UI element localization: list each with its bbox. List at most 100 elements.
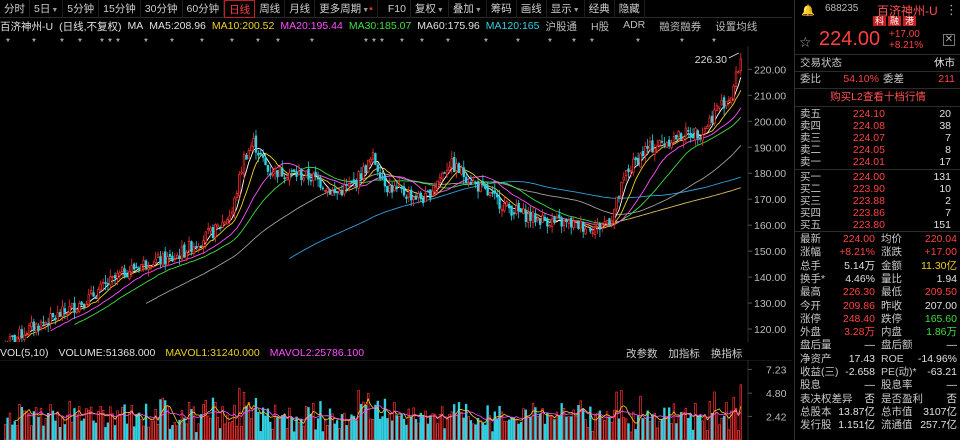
candle-body — [312, 173, 315, 182]
volume-bar — [467, 416, 470, 440]
caret-down-icon: ▼ — [436, 6, 444, 14]
stat-label: 净资产 — [800, 352, 832, 365]
stat-label: 外盘 — [800, 326, 821, 339]
tag-gang: 港 — [903, 16, 917, 26]
change-params-button[interactable]: 改参数 — [626, 348, 658, 360]
event-star-icon: * — [636, 37, 640, 46]
star-icon[interactable]: ☆ — [799, 34, 812, 51]
volume-bar — [608, 416, 611, 440]
candle-body — [338, 190, 341, 195]
volume-bar — [20, 407, 24, 440]
volume-chart[interactable]: 7.23 4.80 2.42 — [0, 360, 792, 440]
candle-body — [441, 172, 444, 180]
candle-body — [601, 224, 604, 228]
volume-bar — [390, 420, 394, 440]
bell-icon[interactable]: 🔔 — [801, 4, 815, 17]
toolbar-btn-11[interactable]: 复权▼ — [411, 0, 449, 18]
candle-body — [30, 322, 33, 328]
toolbar-btn-9[interactable]: 更多周期▼• — [315, 0, 378, 18]
vol-indicator-label[interactable]: VOL(5,10) — [0, 347, 48, 359]
toolbar-btn-6[interactable]: 日线 — [224, 0, 256, 18]
volume-bar — [679, 412, 683, 440]
volume-bar — [46, 412, 50, 440]
kline-chart[interactable]: 220.00 210.00 200.00 190.00 180.00 170.00 160.… — [0, 46, 792, 342]
candle-body — [665, 142, 668, 148]
candle-body — [730, 97, 733, 103]
candle-body — [352, 179, 356, 183]
candle-body — [720, 99, 723, 106]
candle-body — [562, 220, 566, 226]
toolbar-btn-0[interactable]: 分时 — [0, 0, 30, 18]
volume-bar — [455, 415, 458, 440]
volume-bar — [97, 411, 100, 440]
volume-bar — [503, 421, 506, 440]
close-icon[interactable]: ✕ — [943, 34, 955, 46]
price-tick-label: 120.00 — [754, 324, 786, 336]
volume-bar — [691, 429, 695, 440]
stat-label: 涨幅 — [800, 246, 821, 259]
volume-bar — [345, 425, 348, 440]
toolbar-btn-8[interactable]: 月线 — [285, 0, 316, 18]
info-tag-1[interactable]: H股 — [591, 19, 609, 33]
toolbar-btn-12[interactable]: 叠加▼ — [449, 0, 487, 18]
volume-bar — [99, 406, 102, 440]
volume-bar — [175, 425, 179, 440]
candle-body — [35, 323, 38, 333]
price-tick-label: 190.00 — [754, 142, 786, 154]
toolbar-btn-10[interactable]: F10 — [384, 0, 411, 18]
ma60-value: MA60:175.96 — [417, 20, 480, 32]
candle-body — [304, 170, 308, 176]
volume-bar — [720, 417, 723, 440]
switch-indicator-button[interactable]: 换指标 — [711, 348, 743, 360]
ask-level-row[interactable]: 卖一 224.01 17 — [795, 156, 960, 169]
ma-info-line: 百济神州-U (日线,不复权) MA MA5:208.96 MA10:200.5… — [0, 19, 792, 33]
candle-body — [488, 192, 492, 197]
stat-label: 涨停 — [800, 312, 821, 325]
toolbar-btn-2[interactable]: 5分钟 — [63, 0, 100, 18]
toolbar-btn-7[interactable]: 周线 — [255, 0, 286, 18]
toolbar-btn-13[interactable]: 筹码 — [487, 0, 517, 18]
ma5-line — [14, 77, 742, 342]
ma-label[interactable]: MA — [128, 20, 144, 32]
stat-row: 外盘 3.28万 内盘 1.86万 — [795, 326, 960, 339]
volume-bar — [474, 424, 477, 440]
volume-bar — [706, 430, 709, 440]
event-star-icon: * — [680, 37, 684, 46]
candle-body — [713, 109, 716, 124]
stock-code: 688235 — [825, 3, 859, 14]
candle-body — [474, 182, 477, 184]
candle-body — [610, 220, 614, 224]
toolbar-btn-3[interactable]: 15分钟 — [99, 0, 141, 18]
toolbar-btn-16[interactable]: 经典 — [585, 0, 615, 18]
candle-body — [510, 205, 513, 216]
stat-label: 流通值 — [881, 419, 913, 432]
volume-bar — [624, 418, 628, 440]
candle-body — [297, 170, 301, 175]
event-star-icon: * — [100, 37, 104, 46]
toolbar-btn-4[interactable]: 30分钟 — [141, 0, 183, 18]
more-icon[interactable]: ⋮ — [945, 2, 958, 18]
candle-body — [498, 196, 501, 209]
info-tag-4[interactable]: 设置均线 — [715, 19, 757, 33]
add-indicator-button[interactable]: 加指标 — [668, 348, 700, 360]
candle-body — [586, 225, 590, 228]
info-tag-0[interactable]: 沪股通 — [545, 19, 577, 33]
candle-body — [558, 214, 561, 219]
candle-body — [295, 171, 298, 177]
toolbar-btn-5[interactable]: 60分钟 — [183, 0, 225, 18]
info-tag-3[interactable]: 融资融券 — [659, 19, 701, 33]
candle-body — [543, 216, 547, 221]
volume-bar — [183, 417, 186, 440]
toolbar-btn-14[interactable]: 画线 — [517, 0, 547, 18]
candle-body — [684, 127, 688, 137]
candle-body — [178, 255, 181, 260]
toolbar-btn-17[interactable]: 隐藏 — [615, 0, 645, 18]
candle-body — [701, 134, 704, 141]
caret-down-icon: ▼ — [474, 6, 482, 14]
candle-body — [75, 309, 79, 313]
toolbar-btn-1[interactable]: 5日▼ — [30, 0, 64, 18]
l2-link[interactable]: 购买L2查看十档行情 — [795, 91, 960, 104]
info-tag-2[interactable]: ADR — [623, 19, 645, 33]
toolbar-btn-15[interactable]: 显示▼ — [547, 0, 585, 18]
stat-row: 总手 5.14万 金额 11.30亿 — [795, 260, 960, 273]
